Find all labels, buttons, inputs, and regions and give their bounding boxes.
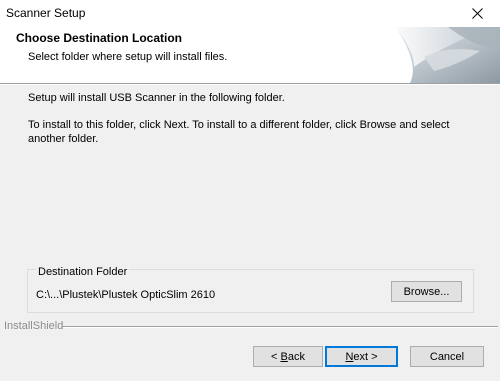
page-subtitle: Select folder where setup will install f… [28, 51, 228, 63]
back-prefix: < [271, 350, 281, 363]
next-button[interactable]: Next > [325, 346, 398, 367]
next-accelerator: N [345, 350, 354, 363]
wizard-header: Choose Destination Location Select folde… [0, 27, 500, 83]
close-button[interactable] [454, 0, 500, 27]
destination-folder-label: Destination Folder [36, 266, 130, 278]
footer-divider [62, 326, 498, 328]
next-label-rest: ext > [353, 350, 378, 363]
installshield-brand: InstallShield [4, 320, 64, 332]
cancel-button[interactable]: Cancel [410, 346, 484, 367]
destination-folder-group: Destination Folder C:\...\Plustek\Pluste… [27, 266, 474, 313]
header-divider [0, 83, 500, 85]
back-button[interactable]: < Back [253, 346, 323, 367]
install-info-text: Setup will install USB Scanner in the fo… [28, 92, 285, 104]
browse-button[interactable]: Browse... [391, 281, 462, 302]
destination-path: C:\...\Plustek\Plustek OpticSlim 2610 [36, 289, 216, 301]
close-icon [471, 8, 483, 19]
page-title: Choose Destination Location [16, 31, 183, 45]
back-accelerator: B [280, 350, 288, 363]
install-instructions-text: To install to this folder, click Next. T… [28, 119, 450, 145]
back-label-rest: ack [287, 350, 305, 363]
setup-dialog: Scanner Setup Choose Destination Locatio… [0, 0, 500, 381]
title-bar: Scanner Setup [0, 0, 500, 27]
window-title: Scanner Setup [6, 6, 86, 20]
header-art-image [388, 27, 500, 83]
